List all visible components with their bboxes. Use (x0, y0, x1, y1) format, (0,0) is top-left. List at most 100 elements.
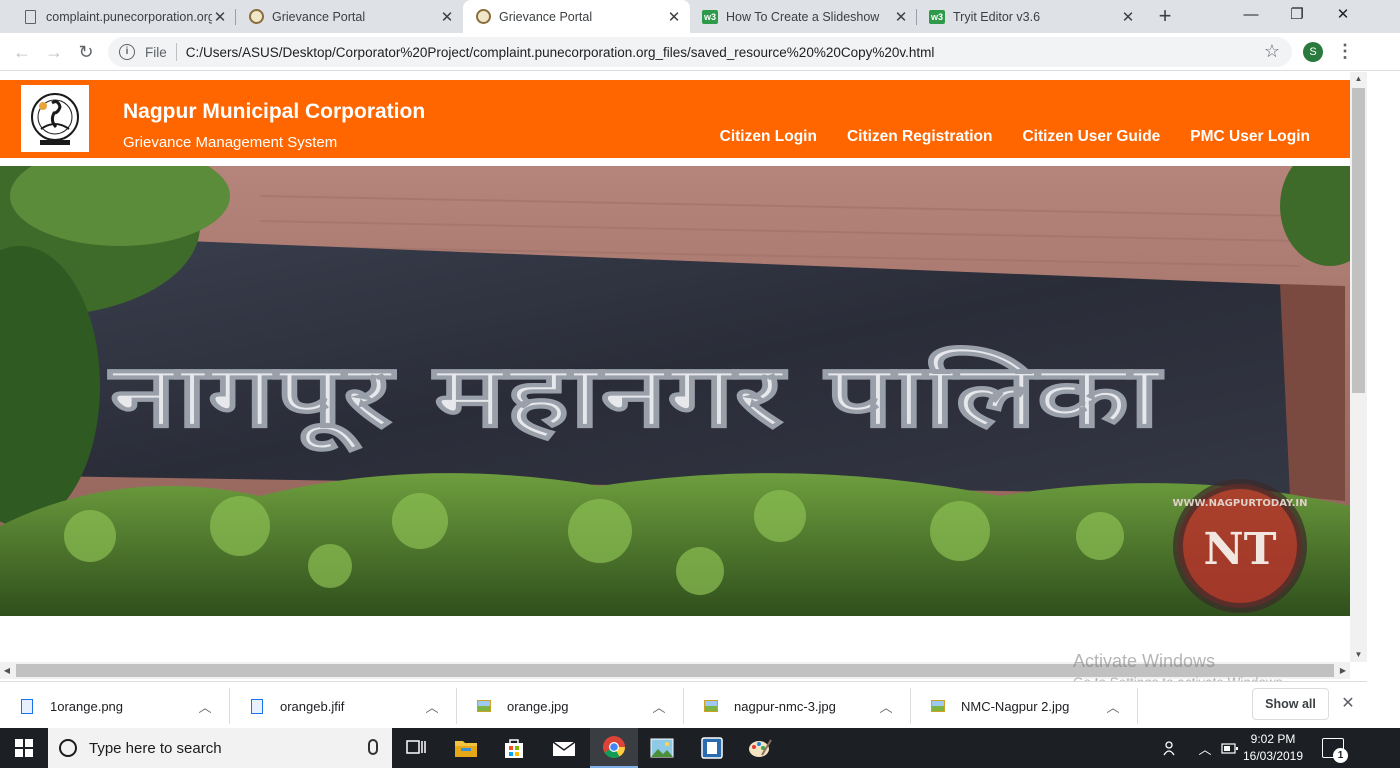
vertical-scrollbar[interactable]: ▲ ▼ (1350, 72, 1367, 662)
download-item[interactable]: 1orange.png ︿ (0, 688, 230, 724)
system-clock[interactable]: 9:02 PM 16/03/2019 (1240, 731, 1306, 765)
site-header: Nagpur Municipal Corporation Grievance M… (0, 80, 1350, 158)
back-arrow-icon[interactable]: ← (10, 40, 34, 64)
emblem-icon (475, 9, 491, 25)
windows-logo-icon (15, 739, 33, 757)
forward-arrow-icon[interactable]: → (42, 40, 66, 64)
tab-grievance-portal-1[interactable]: Grievance Portal ✕ (236, 0, 463, 33)
show-all-button[interactable]: Show all (1252, 688, 1329, 720)
watermark-mark: NT (1204, 524, 1277, 575)
microphone-icon[interactable] (368, 739, 378, 755)
paint-icon[interactable] (736, 728, 784, 768)
start-button[interactable] (0, 728, 48, 768)
page-viewport: Nagpur Municipal Corporation Grievance M… (0, 72, 1350, 662)
close-tab-icon[interactable]: ✕ (439, 8, 455, 26)
minimize-button[interactable]: — (1228, 0, 1274, 32)
nav-citizen-registration[interactable]: Citizen Registration (847, 128, 993, 146)
download-filename: orange.jpg (507, 698, 569, 714)
battery-icon[interactable] (1220, 728, 1240, 768)
download-filename: nagpur-nmc-3.jpg (734, 698, 836, 714)
site-nav: Citizen Login Citizen Registration Citiz… (720, 128, 1310, 146)
scroll-down-icon[interactable]: ▼ (1350, 648, 1367, 662)
banner-image: नागपूर महानगर पालिका NT WWW.NAGPURTODAY.… (0, 166, 1350, 616)
download-filename: NMC-Nagpur 2.jpg (961, 698, 1070, 714)
scroll-right-icon[interactable]: ▶ (1336, 662, 1350, 679)
downloads-bar: 1orange.png ︿ orangeb.jfif ︿ orange.jpg … (0, 681, 1367, 728)
tab-title: How To Create a Slideshow (726, 9, 880, 24)
w3-icon: w3 (702, 9, 718, 24)
more-menu-icon[interactable]: ⋮ (1336, 41, 1354, 65)
url-text[interactable]: C:/Users/ASUS/Desktop/Corporator%20Proje… (186, 45, 935, 60)
nmc-logo[interactable] (21, 85, 89, 152)
download-item[interactable]: orangeb.jfif ︿ (230, 688, 457, 724)
store-icon[interactable] (490, 728, 538, 768)
address-bar[interactable]: i File C:/Users/ASUS/Desktop/Corporator%… (108, 37, 1292, 67)
scroll-up-icon[interactable]: ▲ (1350, 72, 1367, 86)
download-filename: orangeb.jfif (280, 698, 345, 714)
watermark-url: WWW.NAGPURTODAY.IN (1173, 498, 1308, 509)
activate-windows-title: Activate Windows (1073, 651, 1216, 671)
maximize-button[interactable]: ❐ (1274, 0, 1320, 32)
tab-slideshow[interactable]: w3 How To Create a Slideshow ✕ (690, 0, 917, 33)
download-item[interactable]: NMC-Nagpur 2.jpg ︿ (911, 688, 1138, 724)
chevron-up-icon[interactable]: ︿ (1103, 697, 1123, 716)
browser-toolbar: ← → ↻ i File C:/Users/ASUS/Desktop/Corpo… (0, 33, 1400, 71)
w3-icon: w3 (929, 9, 945, 24)
scroll-left-icon[interactable]: ◀ (0, 662, 14, 679)
close-downloads-icon[interactable]: ✕ (1338, 694, 1358, 714)
chevron-up-icon[interactable]: ︿ (876, 697, 896, 716)
close-tab-icon[interactable]: ✕ (666, 8, 682, 26)
search-icon (59, 739, 77, 757)
browser-tab-strip: complaint.punecorporation.org ✕ Grievanc… (0, 0, 1400, 33)
scheme-label: File (145, 44, 167, 60)
chevron-up-icon[interactable]: ︿ (649, 697, 669, 716)
nav-citizen-login[interactable]: Citizen Login (720, 128, 817, 146)
jpg-file-icon (477, 698, 491, 714)
vertical-scroll-thumb[interactable] (1352, 88, 1365, 393)
close-tab-icon[interactable]: ✕ (1120, 8, 1136, 26)
file-explorer-icon[interactable] (442, 728, 490, 768)
tab-tryit-editor[interactable]: w3 Tryit Editor v3.6 ✕ (917, 0, 1144, 33)
chevron-up-tray-icon[interactable]: ︿ (1196, 728, 1214, 768)
people-icon[interactable] (1160, 728, 1182, 768)
taskbar-search-placeholder: Type here to search (89, 739, 222, 757)
jpg-file-icon (704, 698, 718, 714)
nmc-emblem-icon (31, 92, 79, 145)
task-view-icon[interactable] (392, 728, 440, 768)
nav-citizen-user-guide[interactable]: Citizen User Guide (1022, 128, 1160, 146)
chevron-up-icon[interactable]: ︿ (195, 697, 215, 716)
emblem-icon (248, 9, 264, 25)
document-icon (22, 9, 38, 25)
site-title: Nagpur Municipal Corporation (123, 100, 426, 123)
banner-sign-text: नागपूर महानगर पालिका (107, 344, 1164, 453)
mail-icon[interactable] (540, 728, 588, 768)
tab-complaint-punecorporation[interactable]: complaint.punecorporation.org ✕ (0, 0, 236, 33)
reload-icon[interactable]: ↻ (74, 40, 98, 64)
nmc-building-sign-illustration: नागपूर महानगर पालिका NT WWW.NAGPURTODAY.… (0, 166, 1350, 616)
nav-pmc-user-login[interactable]: PMC User Login (1190, 128, 1310, 146)
tab-grievance-portal-active[interactable]: Grievance Portal ✕ (463, 0, 690, 33)
editor-icon[interactable] (688, 728, 736, 768)
close-tab-icon[interactable]: ✕ (212, 8, 228, 26)
close-tab-icon[interactable]: ✕ (893, 8, 909, 26)
photos-icon[interactable] (638, 728, 686, 768)
taskbar-search[interactable]: Type here to search (48, 728, 392, 768)
clock-date: 16/03/2019 (1242, 749, 1304, 763)
windows-taskbar: Type here to search ︿ 9:02 PM 16/03/2019… (0, 728, 1400, 768)
clock-time: 9:02 PM (1250, 732, 1296, 746)
new-tab-button[interactable]: + (1152, 4, 1178, 30)
bookmark-star-icon[interactable]: ☆ (1264, 41, 1280, 62)
close-window-button[interactable]: ✕ (1320, 0, 1366, 32)
nagpurtoday-watermark: NT WWW.NAGPURTODAY.IN (1173, 479, 1308, 613)
download-filename: 1orange.png (50, 698, 124, 714)
chevron-up-icon[interactable]: ︿ (422, 697, 442, 716)
jpg-file-icon (931, 698, 945, 714)
download-item[interactable]: orange.jpg ︿ (457, 688, 684, 724)
profile-avatar[interactable]: S (1303, 42, 1323, 62)
chrome-icon[interactable] (590, 728, 638, 768)
tab-title: complaint.punecorporation.org (46, 9, 212, 24)
tab-title: Grievance Portal (499, 9, 593, 24)
png-file-icon (250, 698, 264, 714)
download-item[interactable]: nagpur-nmc-3.jpg ︿ (684, 688, 911, 724)
info-icon[interactable]: i (119, 44, 135, 60)
